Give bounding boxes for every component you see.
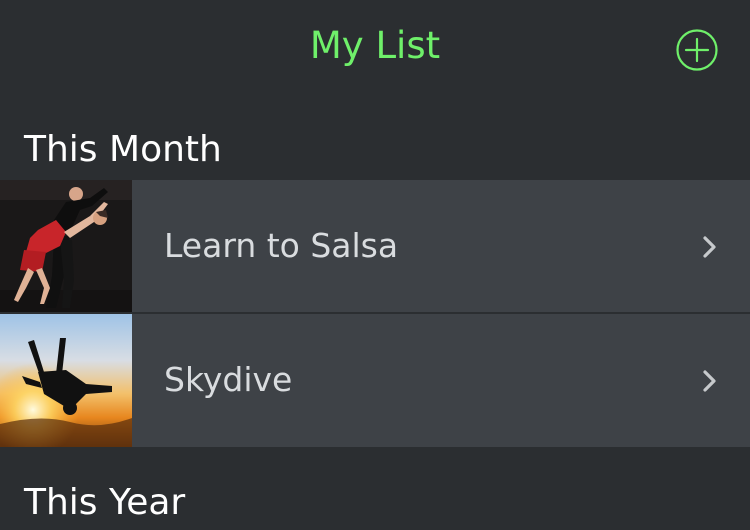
salsa-dancers-thumbnail [0,180,132,313]
list-item-skydive[interactable]: Skydive [0,314,750,447]
navigation-bar: My List [0,0,750,96]
app-screen: My List This Month Learn to Salsa Skydiv… [0,0,750,530]
list-item-label: Skydive [164,360,293,399]
plus-circle-icon [676,29,718,71]
page-title: My List [309,24,441,67]
chevron-right-icon [703,370,716,392]
section-header-this-year: This Year [24,482,186,523]
skydiver-sunset-thumbnail [0,314,132,447]
list-item-label: Learn to Salsa [164,226,399,265]
chevron-right-icon [703,236,716,258]
section-header-this-month: This Month [24,129,222,170]
add-item-button[interactable] [676,29,718,71]
list-item-learn-to-salsa[interactable]: Learn to Salsa [0,180,750,313]
